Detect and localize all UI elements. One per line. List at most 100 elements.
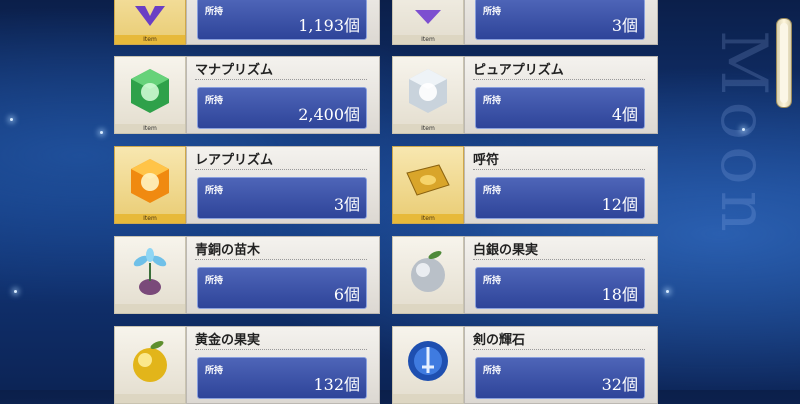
- item-thumbnail: Item: [392, 56, 464, 134]
- item-thumbnail: [392, 236, 464, 314]
- item-card[interactable]: 青銅の苗木 所持 6個: [114, 236, 380, 314]
- divider: [195, 349, 367, 350]
- item-panel: レアプリズム 所持 3個: [186, 146, 380, 224]
- item-name: マナプリズム: [195, 63, 274, 78]
- item-card[interactable]: Item ピュアプリズム 所持 4個: [392, 56, 658, 134]
- item-tag: Item: [393, 35, 463, 44]
- sparkle: [742, 128, 745, 131]
- item-card[interactable]: Item 呼符 所持 12個: [392, 146, 658, 224]
- item-name: 青銅の苗木: [195, 243, 261, 258]
- item-card[interactable]: Item マナプリズム 所持 2,400個: [114, 56, 380, 134]
- item-quantity: 12個: [601, 195, 638, 214]
- white-cube-icon: [409, 69, 447, 113]
- silver-apple-icon: [411, 250, 445, 292]
- item-panel: 青銅の苗木 所持 6個: [186, 236, 380, 314]
- item-tag: Item: [115, 124, 185, 133]
- divider: [473, 259, 645, 260]
- sparkle: [10, 118, 13, 121]
- item-thumbnail: [392, 326, 464, 404]
- held-box: 所持 2,400個: [197, 87, 367, 129]
- held-box: 所持 3個: [197, 177, 367, 219]
- item-name: レアプリズム: [195, 153, 274, 168]
- held-label: 所持: [205, 96, 224, 106]
- item-card[interactable]: Item 所持 3個: [392, 0, 658, 45]
- divider: [195, 169, 367, 170]
- divider: [195, 259, 367, 260]
- item-tag: [393, 394, 463, 403]
- item-name: 剣の輝石: [473, 333, 526, 348]
- held-box: 所持 18個: [475, 267, 645, 309]
- item-quantity: 132個: [313, 375, 360, 394]
- held-label: 所持: [483, 276, 502, 286]
- purple-gem-icon: [135, 6, 165, 26]
- item-card[interactable]: 剣の輝石 所持 32個: [392, 326, 658, 404]
- sparkle: [14, 290, 17, 293]
- held-label: 所持: [483, 7, 502, 17]
- item-panel: 黄金の果実 所持 132個: [186, 326, 380, 404]
- item-thumbnail: Item: [114, 146, 186, 224]
- saber-gem-icon: [408, 341, 448, 381]
- item-quantity: 4個: [611, 105, 638, 124]
- divider: [473, 169, 645, 170]
- held-label: 所持: [205, 276, 224, 286]
- item-quantity: 1,193個: [298, 16, 360, 35]
- held-box: 所持 3個: [475, 0, 645, 40]
- held-box: 所持 12個: [475, 177, 645, 219]
- item-card[interactable]: Item レアプリズム 所持 3個: [114, 146, 380, 224]
- item-panel: 所持 1,193個: [186, 0, 380, 45]
- held-label: 所持: [205, 7, 224, 17]
- scrollbar-inner: [780, 23, 788, 103]
- item-tag: Item: [393, 124, 463, 133]
- item-quantity: 18個: [601, 285, 638, 304]
- item-tag: Item: [115, 35, 185, 44]
- item-tag: Item: [115, 214, 185, 223]
- item-name: 呼符: [473, 153, 500, 168]
- held-box: 所持 1,193個: [197, 0, 367, 40]
- orange-cube-icon: [131, 159, 169, 203]
- background-text: Moon: [706, 30, 780, 238]
- item-thumbnail: Item: [114, 0, 186, 45]
- sparkle: [666, 290, 669, 293]
- item-name: 黄金の果実: [195, 333, 261, 348]
- item-thumbnail: Item: [114, 56, 186, 134]
- item-panel: 白銀の果実 所持 18個: [464, 236, 658, 314]
- item-quantity: 6個: [333, 285, 360, 304]
- item-quantity: 3個: [333, 195, 360, 214]
- bronze-sapling-icon: [133, 248, 167, 295]
- item-thumbnail: Item: [392, 146, 464, 224]
- item-quantity: 2,400個: [298, 105, 360, 124]
- held-label: 所持: [483, 96, 502, 106]
- item-panel: ピュアプリズム 所持 4個: [464, 56, 658, 134]
- item-name: ピュアプリズム: [473, 63, 564, 78]
- item-panel: 呼符 所持 12個: [464, 146, 658, 224]
- item-quantity: 32個: [601, 375, 638, 394]
- green-cube-icon: [131, 69, 169, 113]
- held-box: 所持 132個: [197, 357, 367, 399]
- item-tag: [115, 394, 185, 403]
- divider: [473, 349, 645, 350]
- divider: [473, 79, 645, 80]
- scrollbar-thumb[interactable]: [776, 18, 792, 108]
- item-thumbnail: [114, 326, 186, 404]
- item-quantity: 3個: [611, 16, 638, 35]
- held-label: 所持: [205, 366, 224, 376]
- item-tag: [393, 304, 463, 313]
- item-card[interactable]: 黄金の果実 所持 132個: [114, 326, 380, 404]
- item-name: 白銀の果実: [473, 243, 539, 258]
- item-tag: Item: [393, 214, 463, 223]
- item-tag: [115, 304, 185, 313]
- gold-ticket-icon: [406, 164, 450, 196]
- item-panel: 剣の輝石 所持 32個: [464, 326, 658, 404]
- sparkle: [100, 131, 103, 134]
- item-panel: 所持 3個: [464, 0, 658, 45]
- purple-crystal-icon: [415, 10, 441, 24]
- held-label: 所持: [483, 366, 502, 376]
- item-card[interactable]: 白銀の果実 所持 18個: [392, 236, 658, 314]
- item-card[interactable]: Item 所持 1,193個: [114, 0, 380, 45]
- held-box: 所持 6個: [197, 267, 367, 309]
- item-thumbnail: Item: [392, 0, 464, 45]
- held-box: 所持 4個: [475, 87, 645, 129]
- golden-apple-icon: [133, 340, 167, 382]
- item-panel: マナプリズム 所持 2,400個: [186, 56, 380, 134]
- held-label: 所持: [205, 186, 224, 196]
